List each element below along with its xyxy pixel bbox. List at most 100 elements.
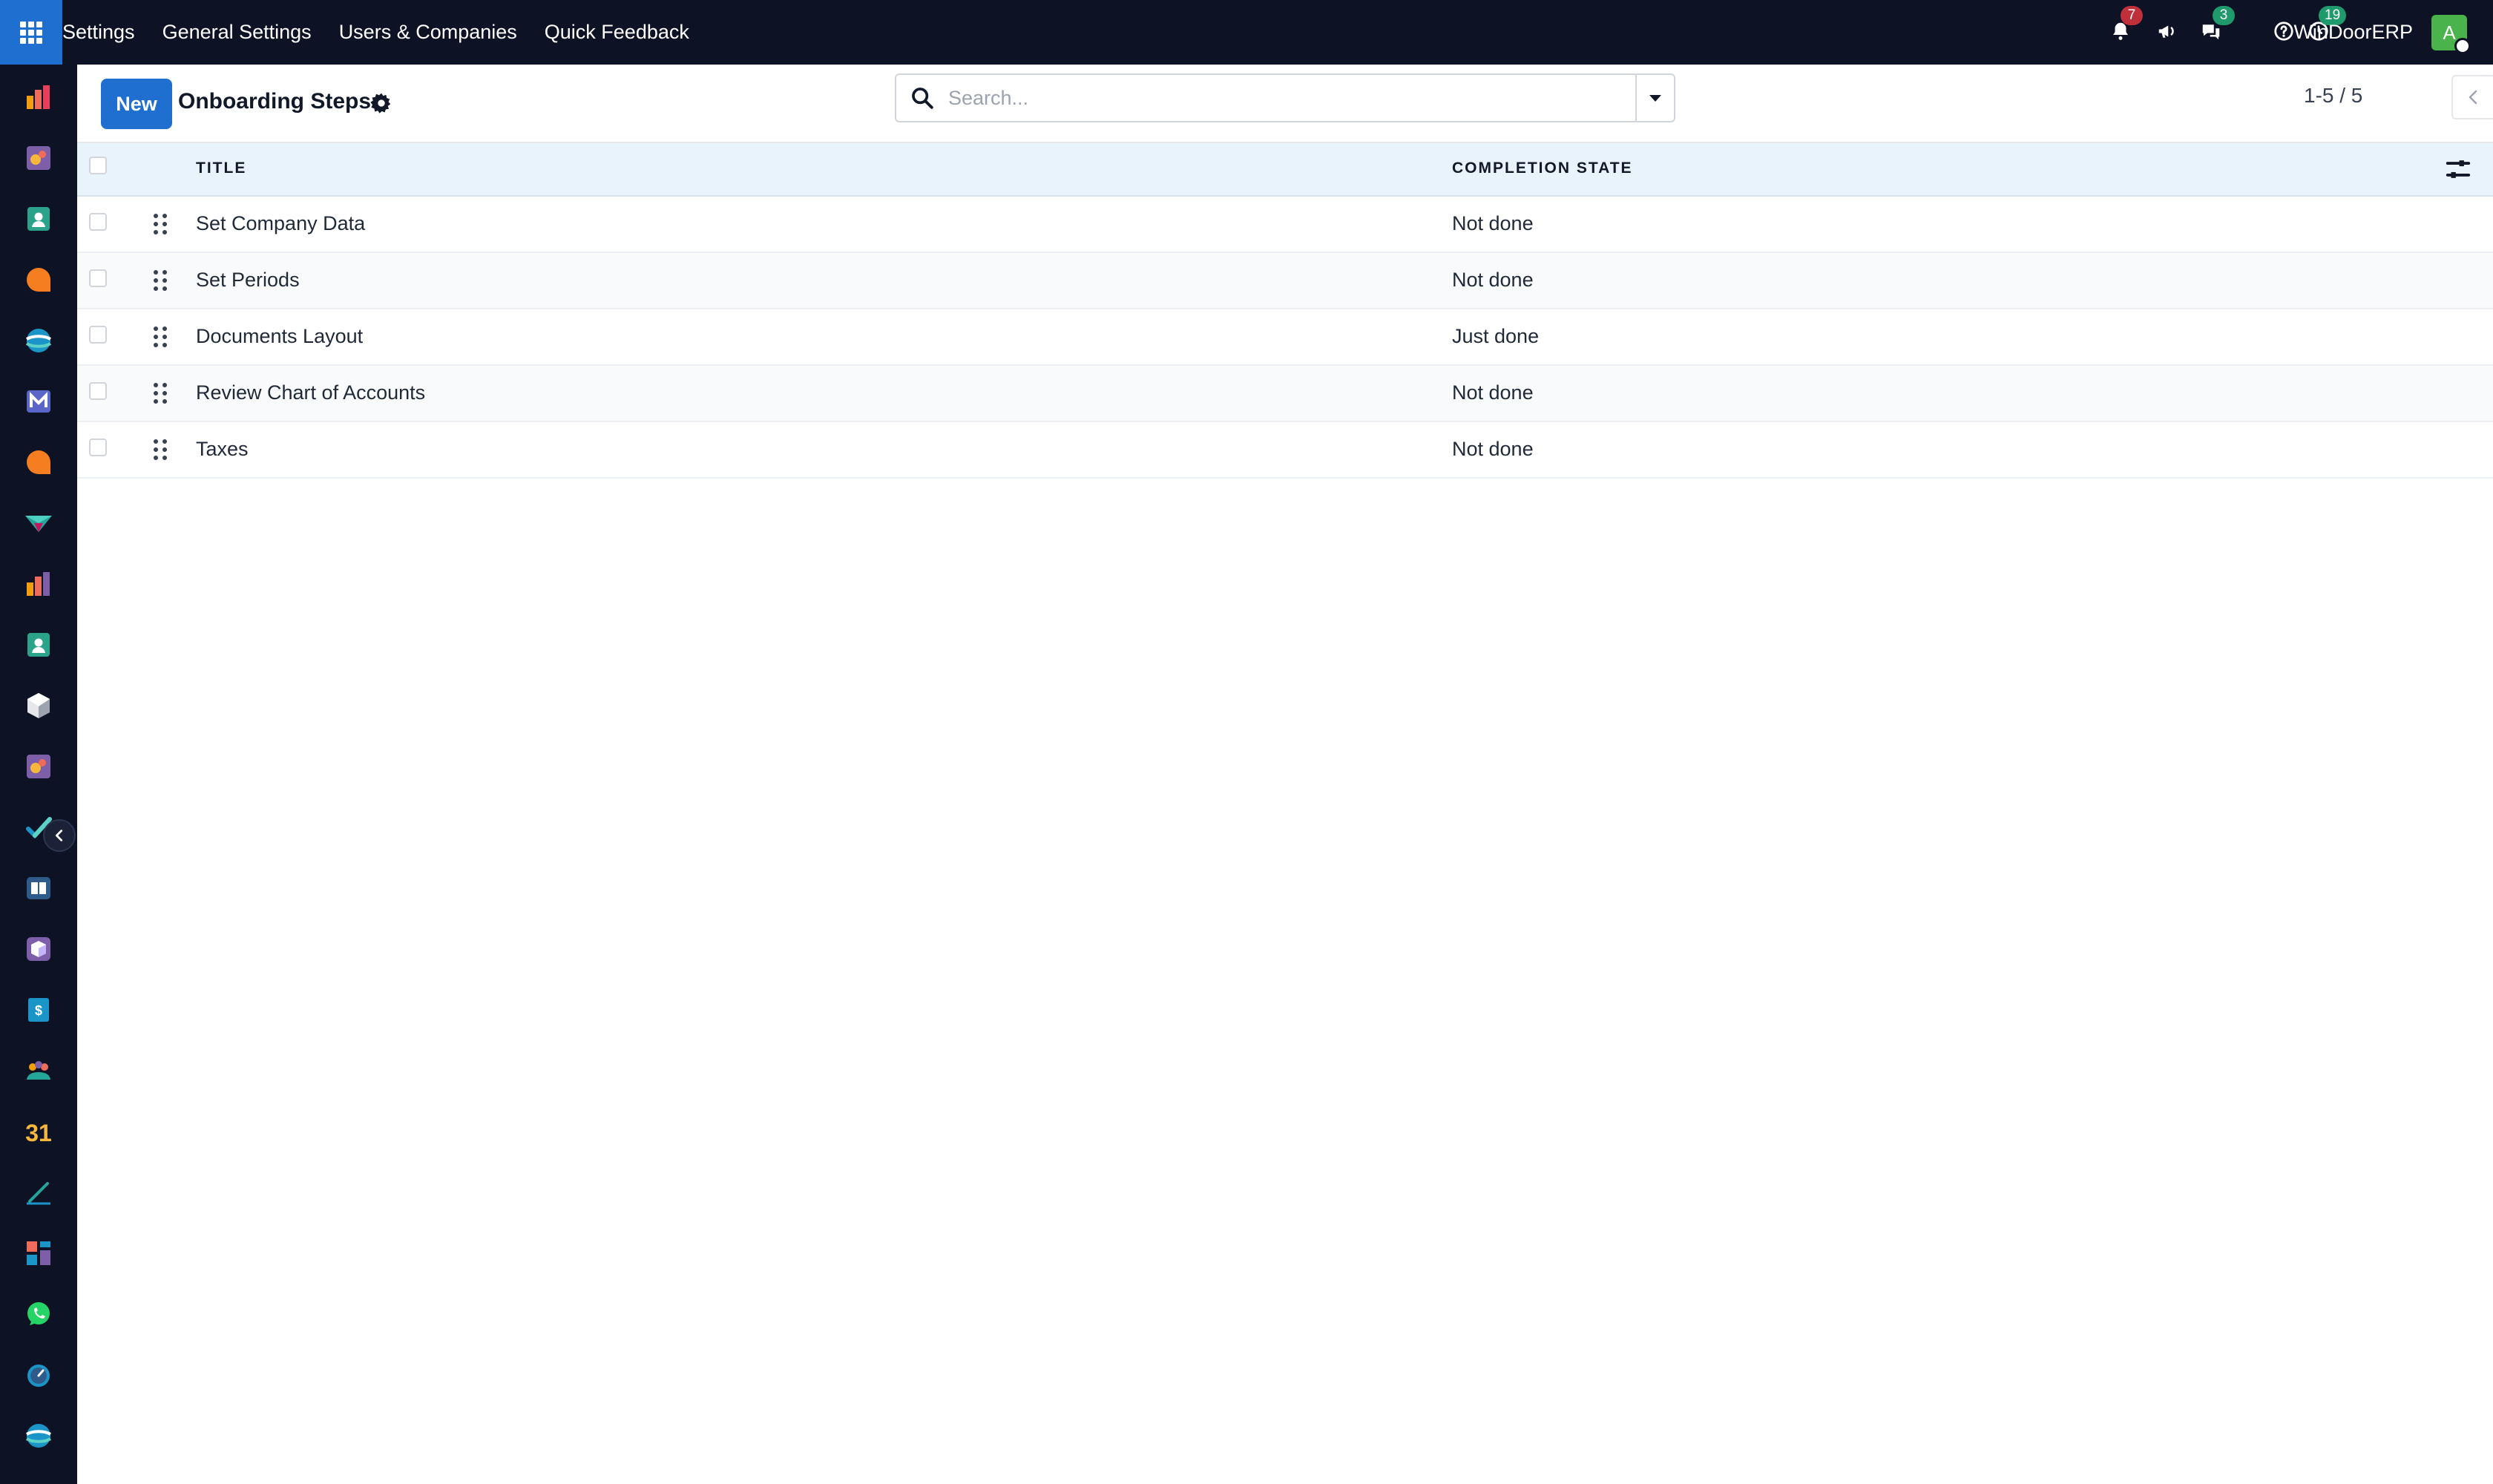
sidebar-collapse-button[interactable] — [43, 819, 76, 852]
notifications-button[interactable]: 7 — [2106, 6, 2143, 46]
sidebar-app-11[interactable] — [24, 691, 53, 720]
grid-icon — [20, 21, 42, 44]
megaphone-icon — [2158, 25, 2174, 38]
sidebar-app-15[interactable] — [24, 934, 53, 964]
discuss-icon — [27, 85, 50, 109]
crm-icon — [27, 572, 50, 596]
sidebar-app-17[interactable] — [24, 1056, 53, 1086]
search-options-toggle[interactable] — [1635, 75, 1674, 121]
page-title: Onboarding Steps — [178, 89, 372, 114]
cell-completion-state: Not done — [1452, 381, 1534, 404]
marketing-icon — [27, 146, 50, 170]
pager-value[interactable]: 1-5 / 5 — [2304, 84, 2362, 108]
main-menu: Settings General Settings Users & Compan… — [62, 0, 717, 65]
calendar-icon: 31 — [25, 1120, 52, 1146]
sidebar-app-14[interactable] — [24, 873, 53, 903]
invoicing-icon: $ — [28, 998, 49, 1022]
sidebar-app-2[interactable] — [24, 143, 53, 173]
sales-icon — [25, 516, 52, 532]
messages-badge: 3 — [2213, 6, 2235, 25]
sidebar-app-6[interactable] — [24, 387, 53, 416]
survey-icon — [25, 1424, 52, 1448]
presence-dot — [2454, 38, 2471, 54]
menu-item-quick-feedback[interactable]: Quick Feedback — [545, 21, 689, 44]
table-row[interactable]: Documents Layout Just done — [77, 309, 2493, 366]
cell-completion-state: Just done — [1452, 325, 1540, 347]
row-checkbox[interactable] — [89, 382, 107, 400]
list-header: TITLE COMPLETION STATE — [77, 143, 2493, 197]
messages-button[interactable]: 3 — [2196, 6, 2235, 46]
whatsapp-icon — [27, 1302, 50, 1325]
sidebar-app-21[interactable] — [24, 1299, 53, 1329]
row-checkbox[interactable] — [89, 213, 107, 231]
table-row[interactable]: Taxes Not done — [77, 422, 2493, 479]
cell-title: Review Chart of Accounts — [196, 381, 426, 404]
company-switcher[interactable]: WinDoorERP — [2293, 0, 2413, 65]
column-header-completion-state[interactable]: COMPLETION STATE — [1452, 160, 1633, 177]
contacts-icon — [27, 207, 50, 231]
chevron-left-icon — [55, 830, 63, 841]
systray: 7 3 19 WinDoorERP A — [2018, 0, 2493, 65]
sidebar-app-4[interactable] — [24, 265, 53, 295]
select-all-checkbox[interactable] — [89, 157, 107, 174]
sidebar-app-19[interactable] — [24, 1178, 53, 1207]
new-button[interactable]: New — [101, 79, 172, 129]
drag-handle-icon[interactable] — [154, 326, 167, 347]
inventory-icon — [27, 693, 50, 718]
search-icon — [912, 88, 933, 109]
control-panel: New Onboarding Steps 1-5 / 5 — [77, 65, 2493, 143]
cell-title: Documents Layout — [196, 325, 364, 347]
drag-handle-icon[interactable] — [154, 439, 167, 460]
table-row[interactable]: Review Chart of Accounts Not done — [77, 366, 2493, 422]
email-marketing-icon — [27, 390, 50, 413]
pager-previous-button[interactable] — [2451, 75, 2493, 119]
cell-title: Set Periods — [196, 269, 300, 291]
sliders-icon[interactable] — [2444, 155, 2472, 183]
sidebar-app-7[interactable] — [24, 447, 53, 477]
avatar-letter: A — [2443, 21, 2456, 44]
website-icon — [25, 329, 52, 352]
sidebar-app-18[interactable]: 31 — [24, 1117, 53, 1146]
sidebar-app-22[interactable] — [24, 1360, 53, 1390]
appointments-icon — [27, 755, 50, 778]
app-sidebar: $ 31 — [0, 65, 77, 1484]
cell-title: Taxes — [196, 438, 249, 460]
announcements-button[interactable] — [2152, 16, 2182, 46]
row-checkbox[interactable] — [89, 326, 107, 344]
sidebar-app-23[interactable] — [24, 1421, 53, 1451]
actions-gear-button[interactable] — [369, 91, 393, 115]
drag-handle-icon[interactable] — [154, 270, 167, 291]
sign-icon — [27, 1182, 50, 1205]
sidebar-app-8[interactable] — [24, 508, 53, 538]
menu-item-users-companies[interactable]: Users & Companies — [339, 21, 517, 44]
sidebar-app-12[interactable] — [24, 752, 53, 781]
row-checkbox[interactable] — [89, 439, 107, 456]
employees-icon — [27, 633, 50, 657]
search-input[interactable] — [948, 81, 1616, 115]
sidebar-app-16[interactable]: $ — [24, 995, 53, 1025]
livechat-icon — [27, 450, 50, 474]
row-checkbox[interactable] — [89, 269, 107, 287]
sidebar-app-10[interactable] — [24, 630, 53, 660]
product-icon — [27, 937, 50, 961]
sidebar-app-9[interactable] — [24, 569, 53, 599]
user-avatar[interactable]: A — [2431, 15, 2471, 54]
cell-completion-state: Not done — [1452, 212, 1534, 234]
sidebar-app-20[interactable] — [24, 1238, 53, 1268]
table-row[interactable]: Set Periods Not done — [77, 253, 2493, 309]
notifications-badge: 7 — [2121, 6, 2143, 25]
sidebar-app-5[interactable] — [24, 326, 53, 355]
app-menu-button[interactable] — [0, 0, 62, 65]
caret-down-icon — [1649, 94, 1661, 102]
cell-title: Set Company Data — [196, 212, 366, 234]
menu-item-general-settings[interactable]: General Settings — [162, 21, 312, 44]
table-row[interactable]: Set Company Data Not done — [77, 197, 2493, 253]
drag-handle-icon[interactable] — [154, 214, 167, 234]
menu-item-settings[interactable]: Settings — [62, 21, 135, 44]
sidebar-app-1[interactable] — [24, 82, 53, 112]
column-header-title[interactable]: TITLE — [196, 160, 246, 177]
sidebar-app-3[interactable] — [24, 204, 53, 234]
team-icon — [27, 1061, 50, 1080]
drag-handle-icon[interactable] — [154, 383, 167, 404]
cell-completion-state: Not done — [1452, 438, 1534, 460]
